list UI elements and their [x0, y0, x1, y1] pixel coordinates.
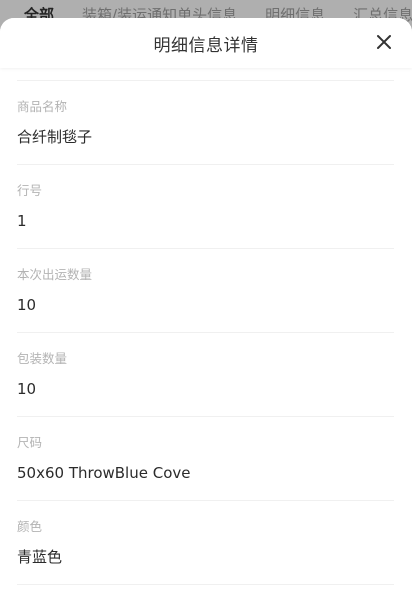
- field-label: 包装数量: [17, 351, 68, 366]
- field-shipment-quantity: 本次出运数量 10: [17, 249, 394, 333]
- field-value: 10: [17, 380, 37, 398]
- field-label: 尺码: [17, 435, 43, 450]
- field-value: 青蓝色: [17, 548, 63, 566]
- sheet-title: 明细信息详情: [153, 35, 259, 56]
- sheet-body: 商品名称 合纤制毯子 行号 1 本次出运数量 10 包装数量 10 尺码 50x…: [0, 80, 412, 585]
- field-value: 50x60 ThrowBlue Cove: [17, 464, 191, 482]
- field-value: 1: [17, 212, 27, 230]
- field-label: 本次出运数量: [17, 267, 93, 282]
- field-label: 商品名称: [17, 99, 68, 114]
- field-product-name: 商品名称 合纤制毯子: [17, 81, 394, 165]
- close-icon[interactable]: [374, 32, 394, 52]
- field-value: 10: [17, 296, 37, 314]
- field-line-number: 行号 1: [17, 165, 394, 249]
- field-value: 合纤制毯子: [17, 128, 93, 146]
- field-label: 颜色: [17, 519, 43, 534]
- field-size: 尺码 50x60 ThrowBlue Cove: [17, 417, 394, 501]
- sheet-header: 明细信息详情: [0, 18, 412, 68]
- page: 全部 装箱/装运通知单头信息 明细信息 汇总信息 明细信息详情 商品名称 合纤制…: [0, 0, 412, 590]
- detail-bottom-sheet: 明细信息详情 商品名称 合纤制毯子 行号 1 本次出运数量 10 包装数量 10…: [0, 18, 412, 590]
- field-package-quantity: 包装数量 10: [17, 333, 394, 417]
- field-color: 颜色 青蓝色: [17, 501, 394, 585]
- field-label: 行号: [17, 183, 43, 198]
